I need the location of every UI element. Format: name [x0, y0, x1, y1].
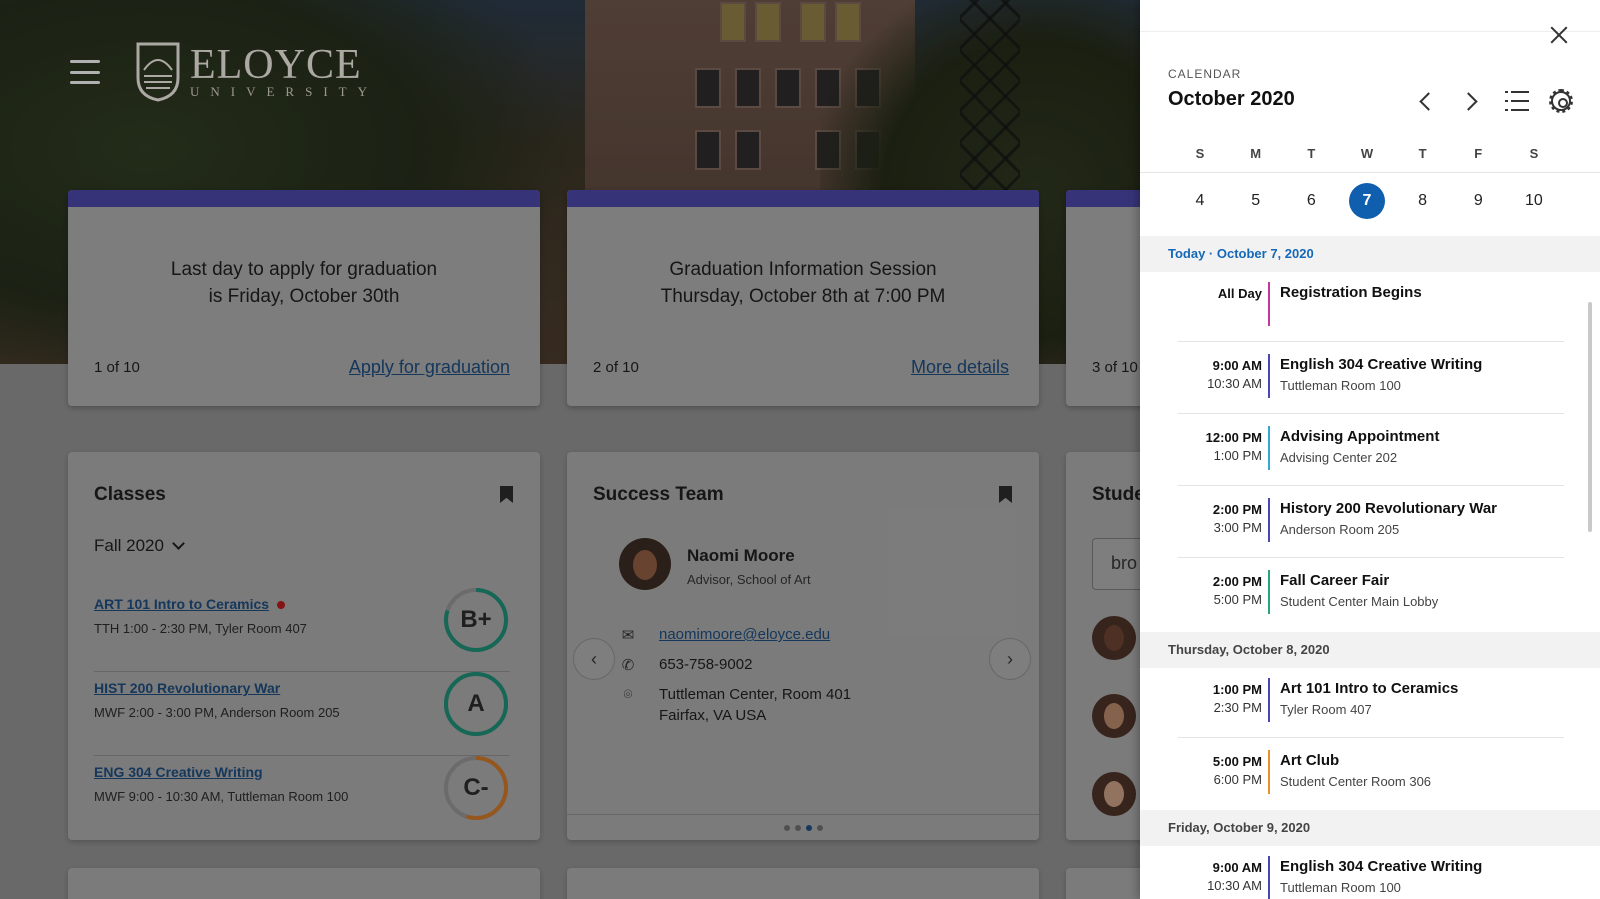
chevron-right-icon [1458, 91, 1478, 111]
event-title: Art 101 Intro to Ceramics [1280, 680, 1459, 697]
calendar-day[interactable]: 9 [1460, 183, 1496, 219]
calendar-day-today[interactable]: 7 [1348, 183, 1385, 219]
event-title: Fall Career Fair [1280, 572, 1390, 589]
weekday-label: W [1360, 146, 1374, 161]
chevron-left-icon [1418, 91, 1438, 111]
calendar-label: CALENDAR [1168, 67, 1242, 81]
event-start-time: 5:00 PM [1212, 754, 1262, 769]
weekday-label: T [1307, 146, 1316, 161]
calendar-event[interactable]: 2:00 PM 5:00 PM Fall Career Fair Student… [1178, 560, 1564, 630]
weekday-label: S [1529, 146, 1539, 161]
event-location: Anderson Room 205 [1280, 522, 1400, 537]
weekday-label: M [1250, 146, 1262, 161]
settings-button[interactable] [1548, 88, 1574, 114]
calendar-month: October 2020 [1168, 88, 1295, 110]
event-start-time: 2:00 PM [1212, 502, 1262, 517]
weekday-label: T [1418, 146, 1427, 161]
list-icon [1505, 91, 1529, 111]
event-end-time: 3:00 PM [1213, 520, 1262, 535]
event-color-bar [1268, 678, 1270, 722]
previous-month-button[interactable] [1412, 88, 1438, 114]
calendar-event[interactable]: All Day Registration Begins [1178, 272, 1564, 342]
event-location: Student Center Room 306 [1280, 774, 1432, 789]
event-title: History 200 Revolutionary War [1280, 500, 1498, 517]
event-color-bar [1268, 750, 1270, 794]
event-location: Advising Center 202 [1280, 450, 1398, 465]
event-color-bar [1268, 282, 1270, 326]
event-title: Art Club [1280, 752, 1340, 769]
calendar-day[interactable]: 5 [1238, 183, 1274, 219]
overlay-scrim[interactable] [0, 0, 1140, 899]
calendar-day[interactable]: 4 [1182, 183, 1218, 219]
event-location: Tyler Room 407 [1280, 702, 1372, 717]
next-month-button[interactable] [1458, 88, 1484, 114]
event-start-time: 1:00 PM [1212, 682, 1262, 697]
list-view-button[interactable] [1504, 88, 1530, 114]
event-end-time: 10:30 AM [1207, 376, 1262, 391]
calendar-panel: CALENDAR October 2020 S M T W T F S 4 5 … [1140, 0, 1600, 899]
scrollbar[interactable] [1588, 302, 1592, 532]
event-end-time: 10:30 AM [1207, 878, 1262, 893]
event-location: Student Center Main Lobby [1280, 594, 1439, 609]
event-color-bar [1268, 426, 1270, 470]
event-start-time: All Day [1217, 286, 1262, 301]
weekday-header: S M T W T F S [1182, 146, 1552, 161]
calendar-day[interactable]: 6 [1293, 183, 1329, 219]
calendar-event[interactable]: 12:00 PM 1:00 PM Advising Appointment Ad… [1178, 416, 1564, 486]
close-icon[interactable] [1548, 24, 1570, 46]
gear-icon [1549, 89, 1573, 113]
week-days: 4 5 6 7 8 9 10 [1182, 183, 1552, 219]
weekday-label: F [1474, 146, 1483, 161]
event-color-bar [1268, 498, 1270, 542]
day-heading-today: Today · October 7, 2020 [1140, 236, 1600, 272]
day-heading: Friday, October 9, 2020 [1140, 810, 1600, 846]
event-title: English 304 Creative Writing [1280, 356, 1483, 373]
event-start-time: 2:00 PM [1212, 574, 1262, 589]
event-color-bar [1268, 354, 1270, 398]
calendar-day[interactable]: 10 [1516, 183, 1552, 219]
calendar-event[interactable]: 2:00 PM 3:00 PM History 200 Revolutionar… [1178, 488, 1564, 558]
event-end-time: 6:00 PM [1213, 772, 1262, 787]
calendar-day[interactable]: 8 [1405, 183, 1441, 219]
event-color-bar [1268, 570, 1270, 614]
event-end-time: 1:00 PM [1213, 448, 1262, 463]
calendar-event[interactable]: 9:00 AM 10:30 AM English 304 Creative Wr… [1178, 344, 1564, 414]
event-end-time: 2:30 PM [1213, 700, 1262, 715]
event-location: Tuttleman Room 100 [1280, 378, 1401, 393]
event-end-time: 5:00 PM [1213, 592, 1262, 607]
event-title: English 304 Creative Writing [1280, 858, 1483, 875]
calendar-event[interactable]: 9:00 AM 10:30 AM English 304 Creative Wr… [1178, 846, 1564, 899]
event-location: Tuttleman Room 100 [1280, 880, 1401, 895]
event-title: Registration Begins [1280, 284, 1422, 301]
event-title: Advising Appointment [1280, 428, 1440, 445]
calendar-event[interactable]: 5:00 PM 6:00 PM Art Club Student Center … [1178, 740, 1564, 810]
day-heading: Thursday, October 8, 2020 [1140, 632, 1600, 668]
weekday-label: S [1195, 146, 1205, 161]
event-start-time: 9:00 AM [1212, 358, 1262, 373]
event-color-bar [1268, 856, 1270, 899]
calendar-event[interactable]: 1:00 PM 2:30 PM Art 101 Intro to Ceramic… [1178, 668, 1564, 738]
event-start-time: 9:00 AM [1212, 860, 1262, 875]
event-start-time: 12:00 PM [1205, 430, 1262, 445]
